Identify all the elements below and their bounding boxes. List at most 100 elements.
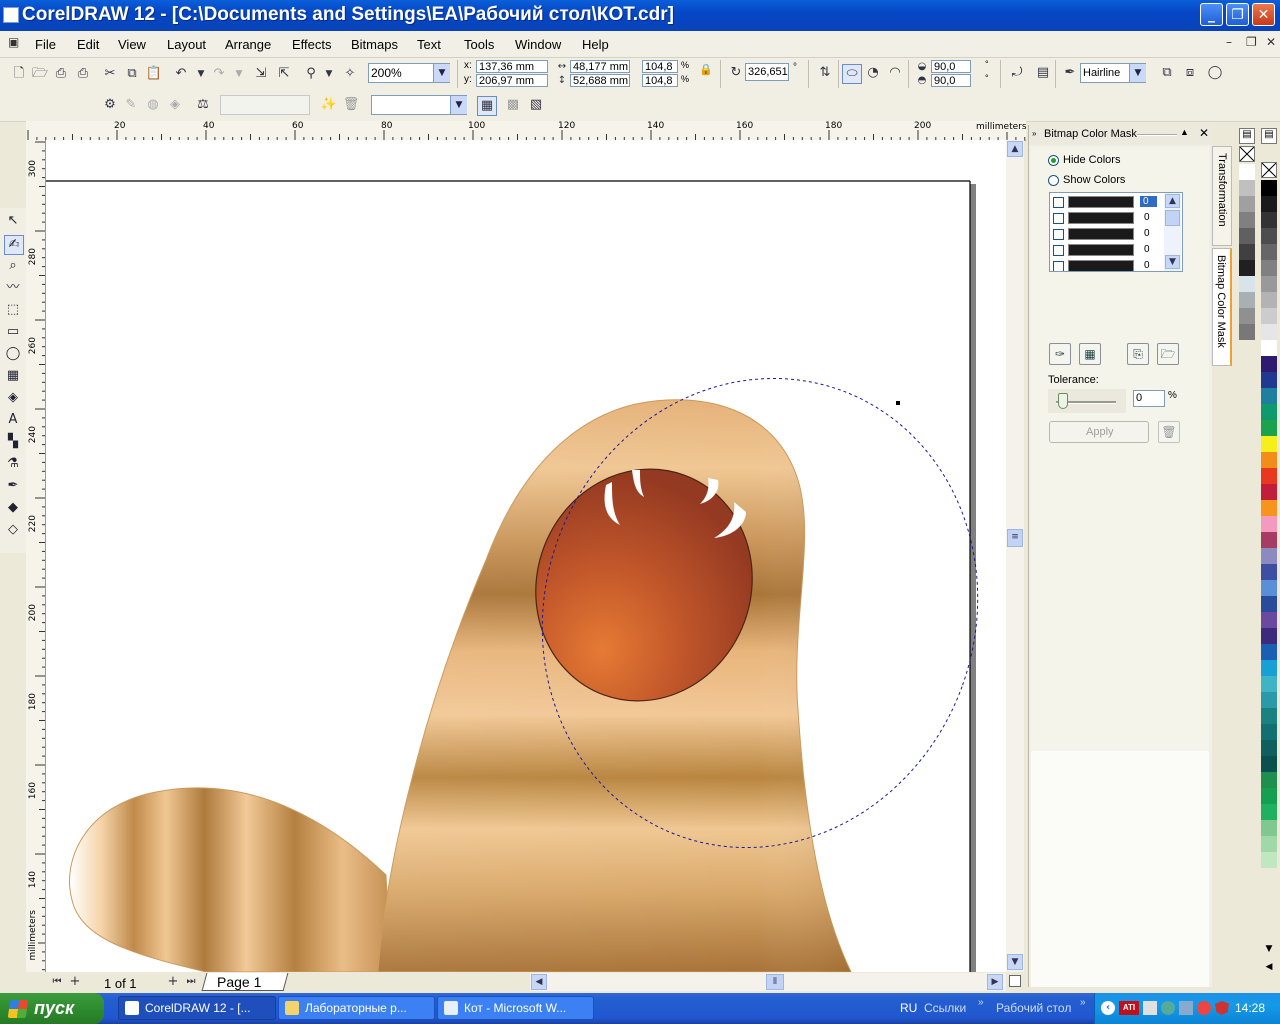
horizontal-scroll-thumb[interactable]: ⦀: [766, 974, 784, 990]
new-icon[interactable]: 🗋: [10, 65, 28, 83]
color-swatch[interactable]: [1239, 308, 1255, 324]
direction-icon[interactable]: ⤾: [1008, 64, 1026, 82]
color-swatch[interactable]: [1261, 820, 1277, 836]
show-colors-radio[interactable]: [1048, 175, 1059, 186]
color-checkbox[interactable]: [1053, 245, 1064, 256]
task-coreldraw[interactable]: CorelDRAW 12 - [...: [118, 996, 276, 1020]
color-checkbox[interactable]: [1053, 229, 1064, 240]
add-page-before-icon[interactable]: +: [66, 973, 84, 991]
color-swatch[interactable]: [1239, 244, 1255, 260]
language-indicator[interactable]: RU: [900, 1001, 917, 1015]
color-swatch[interactable]: [1261, 516, 1277, 532]
color-row[interactable]: 0: [1050, 226, 1164, 242]
scale-y-input[interactable]: 104,8: [642, 74, 678, 87]
outline-dropdown-icon[interactable]: ▼: [1129, 64, 1146, 82]
docker-close-icon[interactable]: ✕: [1199, 126, 1209, 140]
to-front-icon[interactable]: ⧈: [1181, 64, 1199, 82]
app-launcher-icon[interactable]: ⚲: [302, 65, 320, 83]
convert-to-curves-icon[interactable]: ◯: [1206, 64, 1224, 82]
color-swatch[interactable]: [1261, 660, 1277, 676]
no-color-swatch[interactable]: [1261, 162, 1277, 178]
color-swatch[interactable]: [1261, 196, 1277, 212]
tab-transformation[interactable]: Transformation: [1212, 146, 1232, 246]
color-swatch[interactable]: [1261, 340, 1277, 356]
outline-tool-icon[interactable]: ✒: [4, 477, 22, 495]
color-swatch[interactable]: [1261, 740, 1277, 756]
color-swatch[interactable]: [1261, 404, 1277, 420]
color-swatch[interactable]: [1261, 628, 1277, 644]
first-page-icon[interactable]: ⏮: [48, 973, 66, 991]
color-swatch[interactable]: [1261, 324, 1277, 340]
color-row[interactable]: 0: [1050, 210, 1164, 226]
horizontal-scrollbar[interactable]: ◀ ⦀ ▶: [530, 973, 1006, 991]
color-swatch[interactable]: [1261, 276, 1277, 292]
save-mask-icon[interactable]: ⎘: [1127, 343, 1149, 365]
resample-icon[interactable]: ◍: [144, 96, 162, 114]
resolution-dropdown-icon[interactable]: ▼: [450, 96, 467, 114]
pick-tool-icon[interactable]: ↖: [4, 212, 22, 230]
color-swatch[interactable]: [1261, 564, 1277, 580]
shield-icon[interactable]: [1215, 1001, 1229, 1015]
color-swatch[interactable]: [1261, 228, 1277, 244]
add-page-after-icon[interactable]: +: [164, 973, 182, 991]
ellipse-mode-icon[interactable]: ⬭: [842, 64, 862, 84]
color-swatch[interactable]: [1239, 196, 1255, 212]
menu-file[interactable]: File: [35, 37, 56, 52]
smart-fill-icon[interactable]: ⬚: [4, 301, 22, 319]
color-swatch[interactable]: [1239, 324, 1255, 340]
menu-text[interactable]: Text: [417, 37, 441, 52]
color-swatch[interactable]: [1261, 644, 1277, 660]
color-swatch[interactable]: [1239, 228, 1255, 244]
redo-icon[interactable]: ↷: [210, 65, 228, 83]
maximize-button[interactable]: ❐: [1226, 3, 1249, 26]
color-swatch[interactable]: [1239, 260, 1255, 276]
undo-dropdown-icon[interactable]: ▼: [192, 65, 210, 83]
color-row[interactable]: 0: [1050, 258, 1164, 271]
no-fill-swatch[interactable]: [1239, 146, 1255, 162]
scroll-up-icon[interactable]: ▲: [1007, 141, 1023, 157]
menu-arrange[interactable]: Arrange: [225, 37, 271, 52]
color-checkbox[interactable]: [1053, 197, 1064, 208]
color-swatch[interactable]: [1261, 596, 1277, 612]
color-swatch[interactable]: [1261, 260, 1277, 276]
color-checkbox[interactable]: [1053, 213, 1064, 224]
vertical-scroll-thumb[interactable]: ≡: [1007, 529, 1023, 547]
end-angle-input[interactable]: 90,0: [931, 74, 971, 87]
color-swatch[interactable]: [1261, 612, 1277, 628]
selection-node[interactable]: [896, 401, 900, 405]
color-row[interactable]: 0: [1050, 194, 1164, 210]
y-position-input[interactable]: 206,97 mm: [476, 74, 548, 87]
color-swatch[interactable]: [1261, 388, 1277, 404]
horizontal-ruler[interactable]: 20 40 60 80 100 120 140 160 180 200 mill…: [26, 121, 1026, 141]
menu-view[interactable]: View: [118, 37, 146, 52]
launcher-dropdown-icon[interactable]: ▼: [320, 65, 338, 83]
color-swatch[interactable]: [1261, 484, 1277, 500]
fill-tool-icon[interactable]: ◆: [4, 499, 22, 517]
color-swatch[interactable]: [1239, 212, 1255, 228]
print-icon[interactable]: ⎙: [74, 65, 92, 83]
interactive-blend-icon[interactable]: ▚: [4, 433, 22, 451]
interactive-fill-icon[interactable]: ◇: [4, 521, 22, 539]
menu-bitmaps[interactable]: Bitmaps: [351, 37, 398, 52]
color-swatch[interactable]: [1261, 244, 1277, 260]
palette-scroll-down-icon[interactable]: ▼: [1261, 944, 1277, 958]
hide-colors-radio[interactable]: [1048, 155, 1059, 166]
trash-icon[interactable]: 🗑: [342, 96, 360, 114]
start-button[interactable]: пуск: [0, 993, 104, 1024]
open-mask-icon[interactable]: 🗁: [1157, 343, 1179, 365]
color-checkbox[interactable]: [1053, 261, 1064, 271]
color-swatch[interactable]: [1239, 164, 1255, 180]
apply-button[interactable]: Apply: [1049, 421, 1149, 443]
show-colors-label[interactable]: Show Colors: [1063, 174, 1125, 186]
rotation-input[interactable]: 326,651: [745, 63, 789, 81]
color-swatch[interactable]: [1261, 436, 1277, 452]
tray-icon[interactable]: [1143, 1001, 1157, 1015]
x-position-input[interactable]: 137,36 mm: [476, 60, 548, 73]
freehand-tool-icon[interactable]: 〰: [4, 279, 22, 297]
tolerance-slider[interactable]: [1048, 389, 1126, 413]
color-swatch[interactable]: [1261, 580, 1277, 596]
redo-dropdown-icon[interactable]: ▼: [230, 65, 248, 83]
ellipse-tool-icon[interactable]: ◯: [4, 345, 22, 363]
rectangle-tool-icon[interactable]: ▭: [4, 323, 22, 341]
pie-mode-icon[interactable]: ◔: [864, 64, 882, 82]
